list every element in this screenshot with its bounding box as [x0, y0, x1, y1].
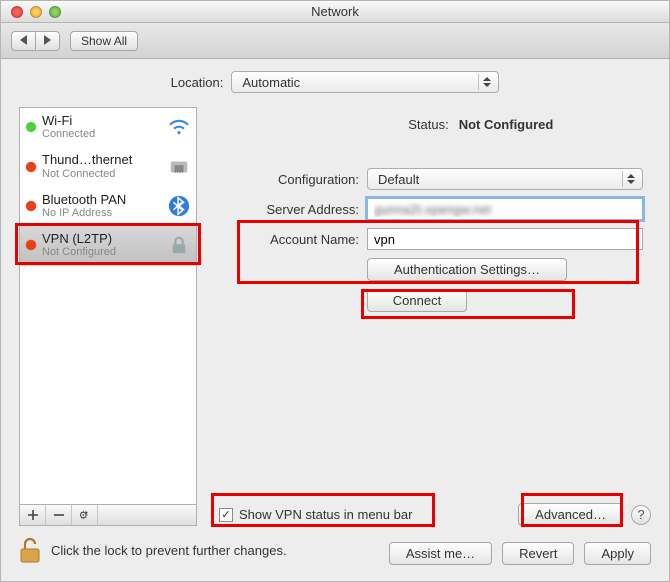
revert-button[interactable]: Revert [502, 542, 574, 565]
auth-settings-button[interactable]: Authentication Settings… [367, 258, 567, 281]
location-value: Automatic [242, 75, 300, 90]
sidebar-item-vpn[interactable]: VPN (L2TP) Not Configured [20, 226, 196, 265]
below-buttons: Authentication Settings… Connect [367, 258, 643, 312]
forward-button[interactable] [35, 31, 60, 51]
traffic-lights [11, 6, 61, 18]
lock-icon [168, 234, 190, 256]
titlebar: Network [1, 1, 669, 23]
account-name-label: Account Name: [209, 232, 359, 247]
chevron-updown-icon [478, 74, 494, 90]
services-sidebar: Wi-Fi Connected Thund…thernet Not Connec… [19, 107, 197, 526]
location-row: Location: Automatic [19, 71, 651, 93]
chevron-updown-icon [622, 171, 638, 187]
location-select[interactable]: Automatic [231, 71, 499, 93]
server-address-label: Server Address: [209, 202, 359, 217]
service-sub: Not Connected [42, 168, 162, 180]
assist-me-button[interactable]: Assist me… [389, 542, 492, 565]
ethernet-icon [168, 156, 190, 178]
service-text: Wi-Fi Connected [42, 114, 162, 140]
status-label: Status: [299, 117, 449, 132]
sidebar-item-bluetooth-pan[interactable]: Bluetooth PAN No IP Address [20, 187, 196, 226]
advanced-button[interactable]: Advanced… [518, 503, 623, 526]
form-area: Status: Not Configured Configuration: De… [209, 107, 651, 499]
show-vpn-status-row: ✓ Show VPN status in menu bar [219, 507, 412, 522]
service-actions-button[interactable] [72, 505, 98, 525]
service-sub: Not Configured [42, 246, 162, 258]
minus-icon [53, 509, 65, 521]
connect-button[interactable]: Connect [367, 289, 467, 312]
account-name-field: Account Name: [209, 228, 643, 250]
configuration-field: Configuration: Default [209, 168, 643, 190]
services-list: Wi-Fi Connected Thund…thernet Not Connec… [19, 107, 197, 504]
close-icon[interactable] [11, 6, 23, 18]
sidebar-item-wifi[interactable]: Wi-Fi Connected [20, 108, 196, 147]
configuration-label: Configuration: [209, 172, 359, 187]
network-preferences-window: Network Show All Location: Automatic [0, 0, 670, 582]
window-title: Network [1, 4, 669, 19]
nav-buttons [11, 31, 60, 51]
service-sub: Connected [42, 128, 162, 140]
service-sub: No IP Address [42, 207, 162, 219]
minimize-icon[interactable] [30, 6, 42, 18]
right-pane: Status: Not Configured Configuration: De… [209, 107, 651, 526]
zoom-icon[interactable] [49, 6, 61, 18]
service-name: Thund…thernet [42, 153, 162, 167]
account-name-input[interactable] [367, 228, 643, 250]
remove-service-button[interactable] [46, 505, 72, 525]
location-label: Location: [171, 75, 224, 90]
bluetooth-icon [168, 195, 190, 217]
status-dot-icon [26, 162, 36, 172]
configuration-select[interactable]: Default [367, 168, 643, 190]
server-address-input[interactable] [367, 198, 643, 220]
chevron-left-icon [20, 35, 27, 45]
service-text: Bluetooth PAN No IP Address [42, 193, 162, 219]
show-vpn-status-label: Show VPN status in menu bar [239, 507, 412, 522]
content: Location: Automatic Wi-Fi Connected [1, 59, 669, 581]
sidebar-item-thunderbolt-ethernet[interactable]: Thund…thernet Not Connected [20, 147, 196, 186]
server-address-field: Server Address: [209, 198, 643, 220]
back-button[interactable] [11, 31, 35, 51]
service-name: Wi-Fi [42, 114, 162, 128]
apply-button[interactable]: Apply [584, 542, 651, 565]
service-text: VPN (L2TP) Not Configured [42, 232, 162, 258]
bottom-row: ✓ Show VPN status in menu bar Advanced… … [209, 499, 651, 526]
show-vpn-status-checkbox[interactable]: ✓ [219, 508, 233, 522]
buttons-row: Assist me… Revert Apply [19, 542, 651, 573]
service-text: Thund…thernet Not Connected [42, 153, 162, 179]
chevron-right-icon [44, 35, 51, 45]
main-row: Wi-Fi Connected Thund…thernet Not Connec… [19, 107, 651, 526]
status-dot-icon [26, 122, 36, 132]
configuration-value: Default [378, 172, 419, 187]
gear-icon [79, 509, 91, 521]
show-all-button[interactable]: Show All [70, 31, 138, 51]
toolbar: Show All [1, 23, 669, 59]
status-value: Not Configured [459, 117, 554, 132]
status-dot-icon [26, 240, 36, 250]
help-button[interactable]: ? [631, 505, 651, 525]
service-name: VPN (L2TP) [42, 232, 162, 246]
plus-icon [27, 509, 39, 521]
service-name: Bluetooth PAN [42, 193, 162, 207]
sidebar-tools [19, 504, 197, 526]
wifi-icon [168, 116, 190, 138]
status-dot-icon [26, 201, 36, 211]
status-row: Status: Not Configured [209, 117, 643, 132]
add-service-button[interactable] [20, 505, 46, 525]
